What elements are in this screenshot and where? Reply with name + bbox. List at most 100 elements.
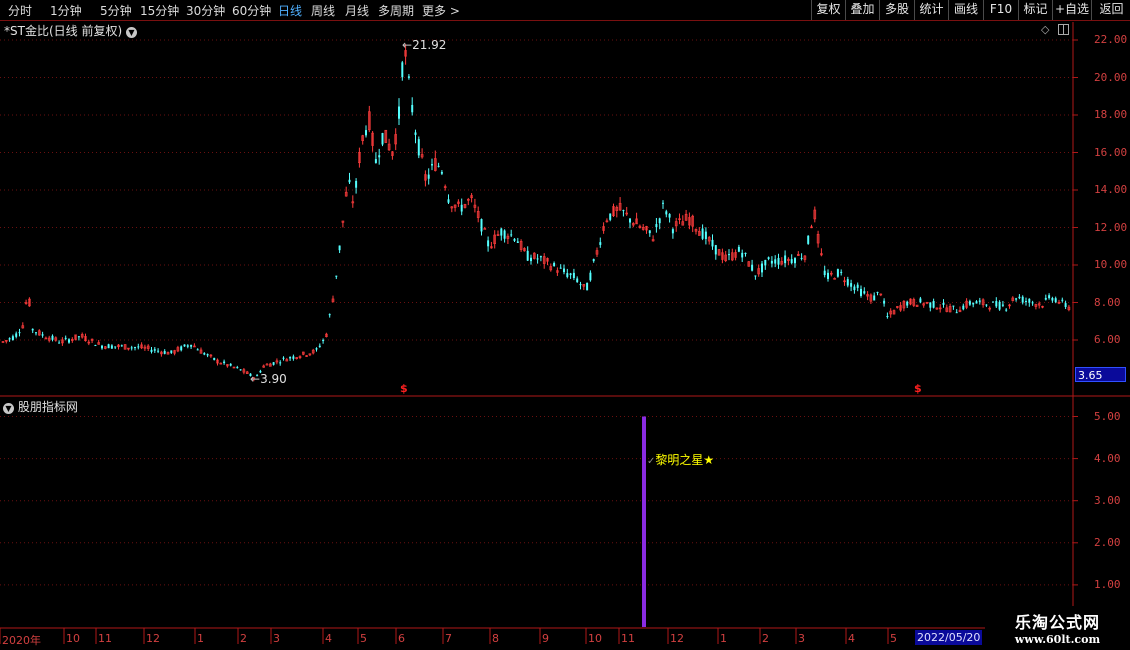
indicator-tick-label: 1.00 bbox=[1094, 577, 1121, 591]
candle-body bbox=[962, 305, 965, 310]
candle-body bbox=[411, 104, 414, 113]
candle-body bbox=[530, 257, 532, 262]
candle-body bbox=[774, 259, 777, 264]
candle-body bbox=[942, 302, 945, 305]
candle-body bbox=[150, 349, 153, 352]
candle-body bbox=[460, 204, 463, 212]
s-marker: $ bbox=[400, 382, 408, 395]
candle-body bbox=[853, 286, 856, 291]
candle-body bbox=[190, 344, 193, 347]
candle-body bbox=[398, 106, 400, 119]
candle-body bbox=[728, 254, 730, 256]
candle-body bbox=[487, 240, 490, 247]
candle-body bbox=[427, 174, 430, 179]
candle-body bbox=[503, 230, 506, 239]
candle-body bbox=[929, 302, 932, 308]
candle-body bbox=[1015, 298, 1018, 300]
candle-body bbox=[35, 332, 37, 334]
candle-body bbox=[440, 171, 443, 174]
site-watermark: 乐淘公式网 www.60lt.com bbox=[985, 606, 1130, 650]
candle-body bbox=[315, 348, 318, 350]
candle-body bbox=[1051, 297, 1054, 301]
candle-body bbox=[846, 279, 849, 286]
candle-body bbox=[711, 239, 714, 247]
candle-body bbox=[998, 301, 1001, 310]
candle-body bbox=[539, 256, 542, 258]
candle-body bbox=[777, 257, 780, 265]
candle-body bbox=[355, 180, 358, 188]
candle-body bbox=[569, 273, 572, 276]
candle-body bbox=[701, 228, 704, 239]
kline-chart[interactable] bbox=[0, 0, 1130, 650]
candle-body bbox=[516, 241, 519, 243]
time-tick-label: 10 bbox=[66, 632, 80, 645]
candle-body bbox=[417, 139, 420, 156]
current-price-badge: 3.65 bbox=[1075, 367, 1126, 382]
signal-bar bbox=[642, 416, 646, 627]
candle-body bbox=[186, 345, 189, 347]
candle-body bbox=[586, 282, 589, 291]
candle-body bbox=[767, 257, 770, 259]
time-tick-label: 10 bbox=[588, 632, 602, 645]
candle-body bbox=[437, 165, 440, 167]
candle-body bbox=[840, 271, 843, 273]
candle-body bbox=[157, 350, 160, 352]
candle-body bbox=[737, 246, 740, 252]
candle-body bbox=[955, 312, 958, 314]
price-tick-label: 8.00 bbox=[1094, 295, 1121, 309]
candlestick-series bbox=[1, 44, 1071, 382]
candle-body bbox=[203, 353, 206, 355]
candle-body bbox=[754, 275, 757, 277]
candle-body bbox=[68, 339, 70, 343]
candle-body bbox=[292, 356, 295, 359]
signal-label: ✓黎明之星★ bbox=[647, 451, 714, 468]
candle-body bbox=[1054, 298, 1057, 303]
candle-body bbox=[906, 301, 909, 306]
candle-body bbox=[952, 305, 955, 307]
candle-body bbox=[18, 332, 21, 334]
candle-body bbox=[1021, 296, 1024, 303]
candle-body bbox=[206, 354, 209, 356]
candle-body bbox=[328, 314, 331, 316]
time-tick-label: 11 bbox=[98, 632, 112, 645]
candle-body bbox=[41, 334, 44, 336]
candle-body bbox=[272, 362, 275, 365]
candle-body bbox=[972, 302, 975, 305]
candle-body bbox=[279, 362, 282, 364]
candle-body bbox=[196, 349, 199, 351]
candle-body bbox=[1001, 304, 1004, 306]
candle-body bbox=[365, 130, 367, 136]
candle-body bbox=[860, 288, 862, 296]
candle-body bbox=[526, 250, 529, 261]
candle-body bbox=[770, 260, 773, 264]
candle-body bbox=[665, 211, 668, 215]
candle-body bbox=[180, 346, 183, 351]
candle-body bbox=[599, 242, 602, 245]
candle-body bbox=[213, 357, 216, 360]
candle-body bbox=[671, 229, 674, 234]
time-tick-label: 3 bbox=[798, 632, 805, 645]
time-tick-label: 6 bbox=[398, 632, 405, 645]
price-tick-label: 20.00 bbox=[1094, 70, 1128, 84]
candle-body bbox=[110, 345, 113, 349]
candle-body bbox=[836, 269, 839, 277]
candle-body bbox=[975, 301, 978, 304]
chevron-down-icon[interactable]: ▼ bbox=[3, 403, 14, 414]
candle-body bbox=[134, 347, 136, 349]
candle-body bbox=[1031, 302, 1034, 304]
candle-body bbox=[483, 228, 487, 230]
candle-body bbox=[163, 351, 166, 354]
time-tick-label: 1 bbox=[197, 632, 204, 645]
candle-body bbox=[648, 230, 651, 234]
candle-body bbox=[985, 304, 988, 306]
s-marker: $ bbox=[914, 382, 922, 395]
candle-body bbox=[876, 291, 879, 293]
grid-lines bbox=[0, 39, 1073, 586]
arrow-left-icon: ← bbox=[402, 38, 413, 52]
candle-body bbox=[101, 345, 103, 349]
candle-body bbox=[978, 300, 981, 302]
candle-body bbox=[995, 301, 998, 307]
price-tick-label: 14.00 bbox=[1094, 183, 1128, 196]
time-tick-label: 12 bbox=[146, 632, 160, 645]
candle-body bbox=[1005, 309, 1008, 311]
